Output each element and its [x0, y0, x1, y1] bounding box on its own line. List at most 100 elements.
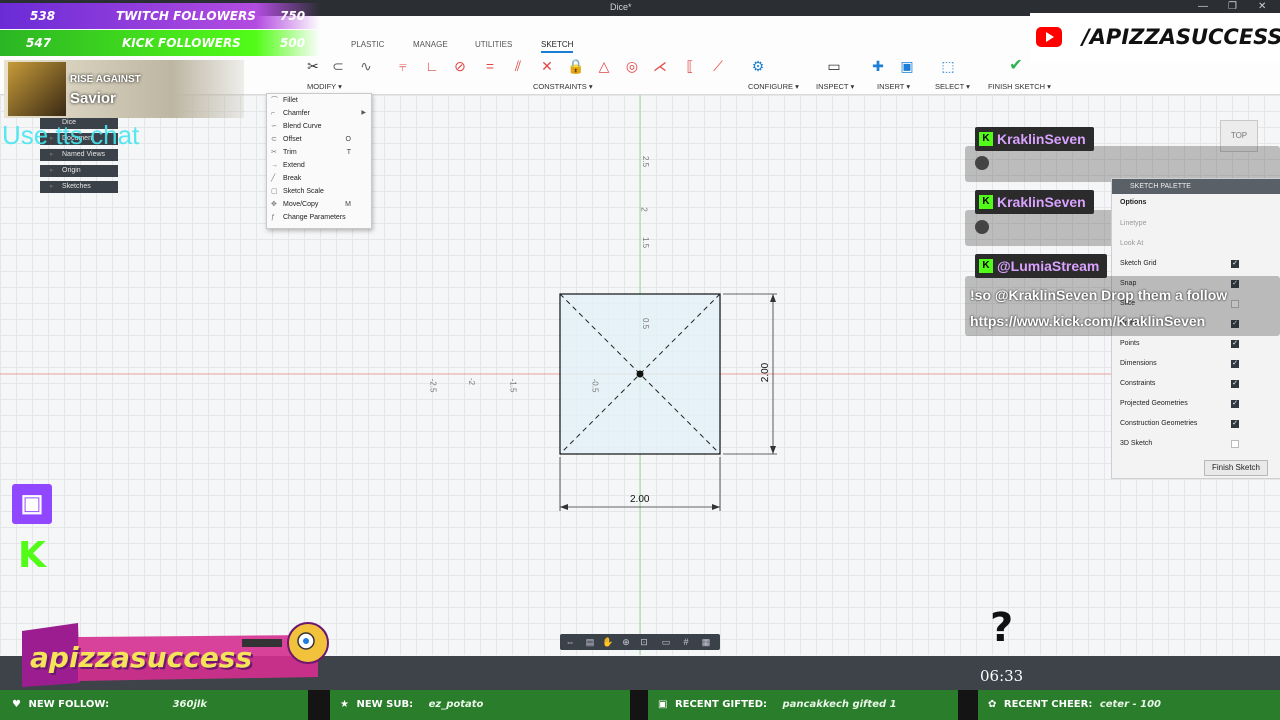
expand-arrow-icon[interactable]: ▸ — [50, 181, 54, 193]
tangent-constraint-icon[interactable]: ⊘ — [452, 58, 468, 74]
axis-label-x: -1.5 — [508, 378, 518, 393]
chamfer-icon: ⌐ — [271, 110, 276, 117]
curvature-constraint-icon[interactable]: ⟋ — [710, 58, 726, 74]
brand-banner: apizzasuccess — [18, 617, 348, 689]
stream-timer: 06:33 — [980, 667, 1024, 685]
measure-icon[interactable]: ▭ — [826, 58, 842, 74]
menu-item-move-copy[interactable]: ✥ Move/Copy M — [267, 198, 371, 211]
palette-header: SKETCH PALETTE — [1112, 179, 1280, 194]
horizontal-constraint-icon[interactable]: ⫧ — [395, 58, 411, 74]
axis-label-x: -2.5 — [428, 378, 438, 393]
extend-tool-icon[interactable]: ∿ — [358, 58, 374, 74]
browser-item-label: Sketches — [62, 183, 91, 190]
insert-image-icon[interactable]: ▣ — [899, 58, 915, 74]
finish-sketch-icon[interactable]: ✔ — [1008, 58, 1024, 74]
tab-plastic[interactable]: PLASTIC — [351, 40, 384, 49]
trim-icon: ✂ — [271, 149, 277, 156]
option-projected-geometries: Projected Geometries — [1120, 400, 1188, 407]
construction-geometries-checkbox[interactable]: ✓ — [1231, 420, 1239, 428]
midpoint-constraint-icon[interactable]: △ — [596, 58, 612, 74]
axis-label-x: -2 — [467, 377, 477, 386]
option-3d-sketch: 3D Sketch — [1120, 440, 1153, 447]
configure-icon[interactable]: ⚙ — [750, 58, 766, 74]
configure-group-label[interactable]: CONFIGURE ▾ — [748, 82, 799, 91]
window-title: Dice* — [610, 2, 632, 12]
offset-tool-icon[interactable]: ⊂ — [330, 58, 346, 74]
menu-item-chamfer[interactable]: ⌐ Chamfer ▶ — [267, 107, 371, 120]
display-settings-icon[interactable]: ▭ — [660, 636, 672, 648]
heart-icon: ♥ — [12, 699, 21, 710]
finish-sketch-button[interactable]: Finish Sketch — [1204, 460, 1268, 476]
constraints-group-label[interactable]: CONSTRAINTS ▾ — [533, 82, 593, 91]
look-at-icon[interactable]: ▤ — [584, 636, 596, 648]
select-group-label[interactable]: SELECT ▾ — [935, 82, 970, 91]
insert-group-label[interactable]: INSERT ▾ — [877, 82, 910, 91]
move-icon: ✥ — [271, 201, 277, 208]
menu-item-offset[interactable]: ⊂ Offset O — [267, 133, 371, 146]
coincident-constraint-icon[interactable]: ∟ — [424, 58, 440, 74]
parallel-constraint-icon[interactable]: ⫽ — [510, 58, 526, 74]
palette-section-options[interactable]: Options — [1120, 199, 1146, 206]
star-icon: ★ — [340, 699, 349, 710]
menu-item-trim[interactable]: ✂ Trim T — [267, 146, 371, 159]
perpendicular-constraint-icon[interactable]: ✕ — [539, 58, 555, 74]
ticker-recent-cheer: ✿ RECENT CHEER: ceter - 100 — [978, 690, 1280, 720]
chat-message-box — [965, 146, 1280, 182]
modify-group-label[interactable]: MODIFY ▾ — [307, 82, 342, 91]
dimension-width-label[interactable]: 2.00 — [630, 494, 649, 505]
sketch-grid-checkbox[interactable]: ✓ — [1231, 260, 1239, 268]
equal-constraint-icon[interactable]: = — [482, 58, 498, 74]
tab-utilities[interactable]: UTILITIES — [475, 40, 512, 49]
minimize-button[interactable]: — — [1198, 1, 1208, 12]
tab-manage[interactable]: MANAGE — [413, 40, 448, 49]
now-playing-widget: RISE AGAINST Savior — [4, 60, 244, 118]
pan-icon[interactable]: ✋ — [602, 636, 614, 648]
menu-item-change-parameters[interactable]: ƒ Change Parameters — [267, 211, 371, 224]
event-ticker: ♥ NEW FOLLOW: 360jlk ★ NEW SUB: ez_potat… — [0, 690, 1280, 720]
kick-icon: K — [18, 535, 46, 576]
music-artist: RISE AGAINST — [70, 74, 141, 85]
menu-item-break[interactable]: ╱ Break — [267, 172, 371, 185]
projected-geometries-checkbox[interactable]: ✓ — [1231, 400, 1239, 408]
menu-item-fillet[interactable]: ⌒ Fillet — [267, 94, 371, 107]
constraints-checkbox[interactable]: ✓ — [1231, 380, 1239, 388]
question-mark-icon: ? — [990, 605, 1014, 651]
close-button[interactable]: ✕ — [1258, 1, 1266, 12]
menu-item-sketch-scale[interactable]: ▢ Sketch Scale — [267, 185, 371, 198]
browser-item-origin[interactable]: ▸ Origin — [40, 165, 118, 177]
trim-tool-icon[interactable]: ✂ — [305, 58, 321, 74]
option-look-at[interactable]: Look At — [1120, 240, 1143, 247]
menu-item-extend[interactable]: → Extend — [267, 159, 371, 172]
symmetry-constraint-icon[interactable]: ⟦ — [682, 58, 698, 74]
points-checkbox[interactable]: ✓ — [1231, 340, 1239, 348]
orbit-icon[interactable]: ⇔ — [564, 636, 576, 648]
browser-item-sketches[interactable]: ▸ Sketches — [40, 181, 118, 193]
3d-sketch-checkbox[interactable] — [1231, 440, 1239, 448]
option-constraints: Constraints — [1120, 380, 1156, 387]
concentric-constraint-icon[interactable]: ◎ — [624, 58, 640, 74]
grid-settings-icon[interactable]: # — [680, 636, 692, 648]
expand-arrow-icon[interactable]: ▸ — [50, 165, 54, 177]
menu-item-blend-curve[interactable]: ∽ Blend Curve — [267, 120, 371, 133]
finish-sketch-group-label[interactable]: FINISH SKETCH ▾ — [988, 82, 1051, 91]
axis-label-x: -0.5 — [590, 378, 600, 393]
dimension-height-label[interactable]: 2.00 — [760, 363, 771, 382]
extend-icon: → — [271, 162, 278, 169]
select-icon[interactable]: ⬚ — [940, 58, 956, 74]
center-point — [636, 370, 644, 378]
fit-icon[interactable]: ⊡ — [638, 636, 650, 648]
insert-icon[interactable]: ✚ — [870, 58, 886, 74]
dimensions-checkbox[interactable]: ✓ — [1231, 360, 1239, 368]
option-points: Points — [1120, 340, 1140, 347]
fillet-icon: ⌒ — [271, 97, 278, 104]
fix-constraint-icon[interactable]: 🔒 — [567, 58, 584, 74]
viewports-icon[interactable]: ▦ — [700, 636, 712, 648]
ticker-recent-gifted: ▣ RECENT GIFTED: pancakkech gifted 1 — [648, 690, 958, 720]
chat-username: K @LumiaStream — [975, 254, 1108, 278]
collinear-constraint-icon[interactable]: ⋌ — [652, 58, 668, 74]
zoom-icon[interactable]: ⊕ — [620, 636, 632, 648]
inspect-group-label[interactable]: INSPECT ▾ — [816, 82, 854, 91]
tab-sketch[interactable]: SKETCH — [541, 40, 574, 53]
modify-dropdown-menu: ⌒ Fillet ⌐ Chamfer ▶ ∽ Blend Curve ⊂ Offset O … — [266, 93, 372, 229]
maximize-button[interactable]: ❐ — [1228, 1, 1237, 12]
